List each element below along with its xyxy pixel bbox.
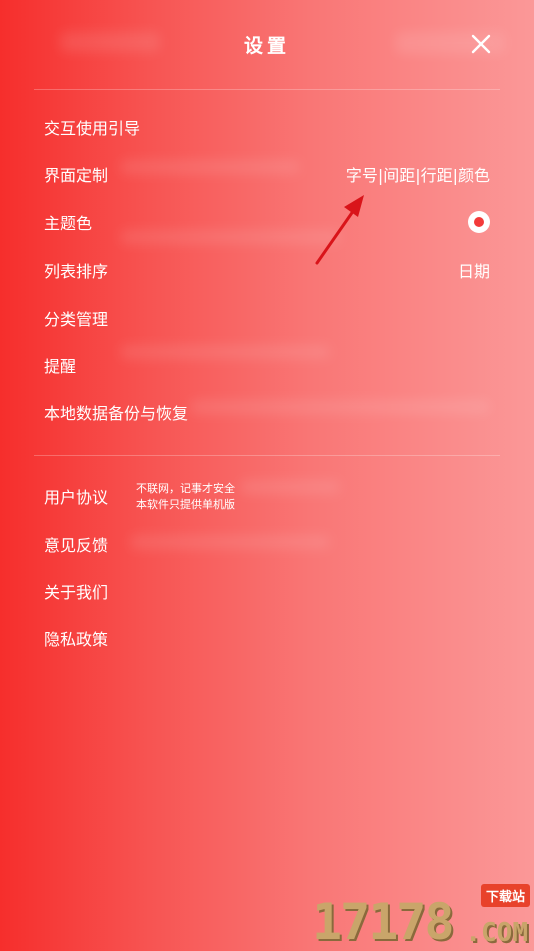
menu-item-interface-customize[interactable]: 界面定制 字号|间距|行距|颜色 [44,159,490,189]
watermark-logo: 17178 下载站 .COM [304,880,534,950]
arrow-annotation-icon [315,195,364,265]
divider [34,455,500,456]
menu-item-theme-color[interactable]: 主题色 [44,207,490,237]
menu-item-label: 关于我们 [44,583,109,602]
watermark-digits: 17178 [312,893,455,951]
menu-item-label: 列表排序 [44,262,109,281]
menu-item-label: 用户协议 [44,488,109,507]
menu-item-label: 隐私政策 [44,630,109,649]
menu-item-value: 日期 [457,262,490,281]
menu-item-label: 主题色 [44,214,93,233]
menu-item-category-manage[interactable]: 分类管理 [44,303,490,333]
menu-item-label: 界面定制 [44,166,109,185]
watermark-domain: .COM [465,918,528,948]
notice-line: 本软件只提供单机版 [136,498,235,511]
divider [34,89,500,90]
close-icon [471,34,491,54]
menu-item-label: 本地数据备份与恢复 [44,404,189,423]
menu-item-list-sort[interactable]: 列表排序 日期 [44,255,490,285]
menu-item-user-agreement[interactable]: 用户协议 [44,481,490,511]
notice-line: 不联网，记事才安全 [136,482,235,495]
menu-item-value: 字号|间距|行距|颜色 [345,166,490,185]
menu-item-privacy-policy[interactable]: 隐私政策 [44,623,490,653]
menu-item-backup-restore[interactable]: 本地数据备份与恢复 [44,397,490,427]
menu-item-feedback[interactable]: 意见反馈 [44,529,490,559]
watermark-badge: 下载站 [480,884,530,907]
page-title: 设置 [243,35,290,57]
menu-item-interaction-guide[interactable]: 交互使用引导 [44,112,490,142]
menu-item-reminder[interactable]: 提醒 [44,350,490,380]
radio-selected-icon[interactable] [468,211,490,233]
menu-item-label: 意见反馈 [44,536,109,555]
menu-item-label: 提醒 [44,357,77,376]
menu-item-label: 分类管理 [44,310,109,329]
offline-notice: 不联网，记事才安全 本软件只提供单机版 [136,481,235,513]
menu-item-label: 交互使用引导 [44,119,141,138]
theme-color-dot [474,217,484,227]
close-button[interactable] [470,33,492,55]
menu-item-about-us[interactable]: 关于我们 [44,576,490,606]
